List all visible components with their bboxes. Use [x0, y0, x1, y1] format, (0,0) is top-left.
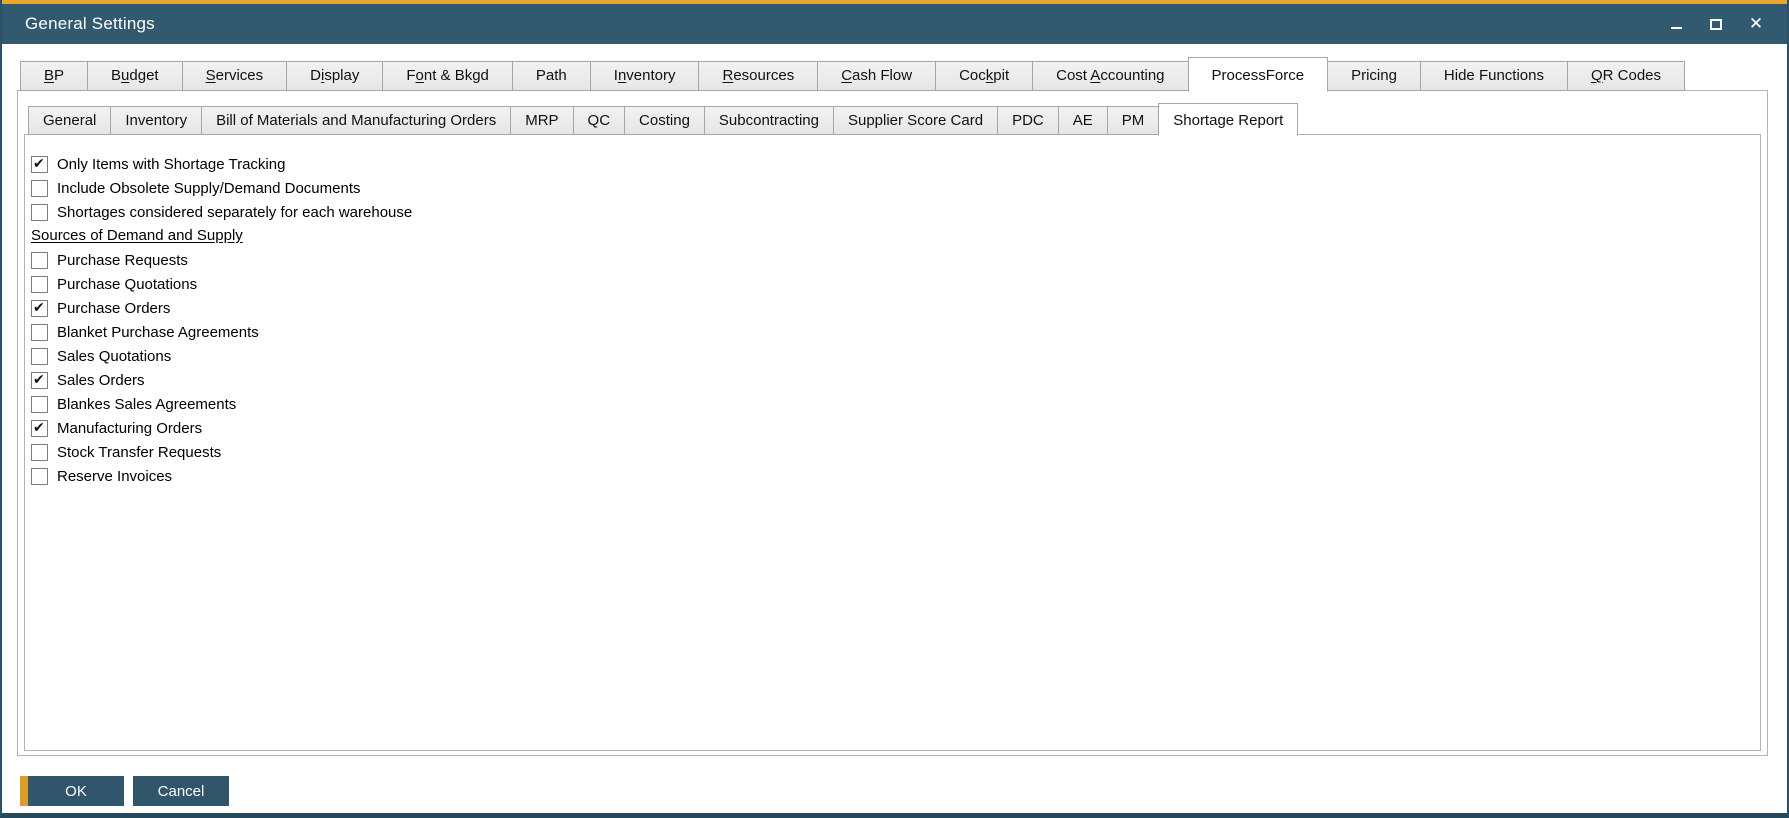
- tab-services[interactable]: Services: [182, 61, 288, 91]
- processforce-tab-panel: GeneralInventoryBill of Materials and Ma…: [17, 90, 1768, 756]
- checkbox-row-purchase-requests[interactable]: Purchase Requests: [31, 248, 1750, 272]
- tab-cash-flow[interactable]: Cash Flow: [817, 61, 936, 91]
- checkbox-row-sales-orders[interactable]: ✔ Sales Orders: [31, 368, 1750, 392]
- ok-accent-bar: [20, 776, 28, 806]
- checkbox-row-include-obsolete-supply-demand-documents[interactable]: Include Obsolete Supply/Demand Documents: [31, 176, 1750, 200]
- tab-display[interactable]: Display: [286, 61, 383, 91]
- checkbox-label: Stock Transfer Requests: [57, 444, 221, 461]
- checkbox-label: Reserve Invoices: [57, 468, 172, 485]
- tab-supplier-score-card[interactable]: Supplier Score Card: [833, 106, 998, 135]
- tab-path[interactable]: Path: [512, 61, 591, 91]
- shortage-report-panel: ✔ Only Items with Shortage Tracking Includ…: [24, 134, 1761, 751]
- checkbox-label: Manufacturing Orders: [57, 420, 202, 437]
- checkbox-stock-transfer-requests[interactable]: [31, 444, 48, 461]
- checkbox-blankes-sales-agreements[interactable]: [31, 396, 48, 413]
- tab-qr-codes[interactable]: QR Codes: [1567, 61, 1685, 91]
- checkbox-reserve-invoices[interactable]: [31, 468, 48, 485]
- checkbox-label: Purchase Quotations: [57, 276, 197, 293]
- maximize-button[interactable]: [1703, 11, 1729, 37]
- checkbox-sales-orders[interactable]: ✔: [31, 372, 48, 389]
- checkbox-row-blankes-sales-agreements[interactable]: Blankes Sales Agreements: [31, 392, 1750, 416]
- window-title: General Settings: [25, 14, 1663, 34]
- checkbox-label: Shortages considered separately for each…: [57, 204, 412, 221]
- minimize-icon: [1671, 27, 1682, 29]
- titlebar[interactable]: General Settings ✕: [2, 4, 1787, 44]
- checkbox-shortages-considered-separately-for-each-warehouse[interactable]: [31, 204, 48, 221]
- ok-button-label: OK: [28, 783, 124, 800]
- tab-subcontracting[interactable]: Subcontracting: [704, 106, 834, 135]
- checkbox-label: Include Obsolete Supply/Demand Documents: [57, 180, 361, 197]
- tab-hide-functions[interactable]: Hide Functions: [1420, 61, 1568, 91]
- tab-ae[interactable]: AE: [1058, 106, 1108, 135]
- checkbox-label: Only Items with Shortage Tracking: [57, 156, 285, 173]
- shortage-report-settings-list: ✔ Only Items with Shortage Tracking Includ…: [31, 152, 1750, 488]
- checkbox-include-obsolete-supply-demand-documents[interactable]: [31, 180, 48, 197]
- checkbox-row-only-items-with-shortage-tracking[interactable]: ✔ Only Items with Shortage Tracking: [31, 152, 1750, 176]
- checkbox-row-shortages-considered-separately-for-each-warehouse[interactable]: Shortages considered separately for each…: [31, 200, 1750, 224]
- tab-pm[interactable]: PM: [1107, 106, 1160, 135]
- checkbox-row-sales-quotations[interactable]: Sales Quotations: [31, 344, 1750, 368]
- checkbox-label: Sales Orders: [57, 372, 145, 389]
- checkmark-icon: ✔: [33, 155, 45, 174]
- dialog-body: BPBudgetServicesDisplayFont & BkgdPathIn…: [2, 44, 1787, 813]
- tab-budget[interactable]: Budget: [87, 61, 183, 91]
- tab-strip-processforce: GeneralInventoryBill of Materials and Ma…: [18, 103, 1767, 135]
- tab-strip-main: BPBudgetServicesDisplayFont & BkgdPathIn…: [2, 57, 1768, 91]
- checkmark-icon: ✔: [33, 419, 45, 438]
- checkbox-only-items-with-shortage-tracking[interactable]: ✔: [31, 156, 48, 173]
- checkbox-purchase-requests[interactable]: [31, 252, 48, 269]
- general-settings-window: General Settings ✕ BPBudgetServicesDispl…: [0, 0, 1789, 818]
- checkbox-label: Sales Quotations: [57, 348, 171, 365]
- checkbox-row-stock-transfer-requests[interactable]: Stock Transfer Requests: [31, 440, 1750, 464]
- tab-processforce[interactable]: ProcessForce: [1188, 57, 1329, 92]
- checkbox-row-reserve-invoices[interactable]: Reserve Invoices: [31, 464, 1750, 488]
- checkbox-blanket-purchase-agreements[interactable]: [31, 324, 48, 341]
- close-icon: ✕: [1749, 14, 1763, 34]
- maximize-icon: [1710, 19, 1722, 30]
- checkbox-label: Purchase Requests: [57, 252, 188, 269]
- tab-cockpit[interactable]: Cockpit: [935, 61, 1033, 91]
- minimize-button[interactable]: [1663, 11, 1689, 37]
- checkmark-icon: ✔: [33, 371, 45, 390]
- checkbox-row-manufacturing-orders[interactable]: ✔ Manufacturing Orders: [31, 416, 1750, 440]
- checkbox-label: Purchase Orders: [57, 300, 170, 317]
- tab-bill-of-materials-and-manufacturing-orders[interactable]: Bill of Materials and Manufacturing Orde…: [201, 106, 511, 135]
- cancel-button-label: Cancel: [133, 783, 229, 800]
- close-button[interactable]: ✕: [1743, 11, 1769, 37]
- checkbox-manufacturing-orders[interactable]: ✔: [31, 420, 48, 437]
- checkbox-purchase-orders[interactable]: ✔: [31, 300, 48, 317]
- tab-mrp[interactable]: MRP: [510, 106, 573, 135]
- checkbox-label: Blankes Sales Agreements: [57, 396, 236, 413]
- checkbox-sales-quotations[interactable]: [31, 348, 48, 365]
- checkbox-label: Blanket Purchase Agreements: [57, 324, 259, 341]
- window-controls: ✕: [1663, 11, 1769, 37]
- tab-pricing[interactable]: Pricing: [1327, 61, 1421, 91]
- tab-qc[interactable]: QC: [573, 106, 626, 135]
- tab-cost-accounting[interactable]: Cost Accounting: [1032, 61, 1188, 91]
- checkbox-purchase-quotations[interactable]: [31, 276, 48, 293]
- tab-inventory[interactable]: Inventory: [590, 61, 700, 91]
- tab-font-bkgd[interactable]: Font & Bkgd: [382, 61, 513, 91]
- tab-resources[interactable]: Resources: [698, 61, 818, 91]
- tab-bp[interactable]: BP: [20, 61, 88, 91]
- checkbox-row-blanket-purchase-agreements[interactable]: Blanket Purchase Agreements: [31, 320, 1750, 344]
- tab-general[interactable]: General: [28, 106, 111, 135]
- tab-pdc[interactable]: PDC: [997, 106, 1059, 135]
- checkbox-row-purchase-orders[interactable]: ✔ Purchase Orders: [31, 296, 1750, 320]
- checkmark-icon: ✔: [33, 299, 45, 318]
- tab-costing[interactable]: Costing: [624, 106, 705, 135]
- section-heading-sources-of-demand-and-supply: Sources of Demand and Supply: [31, 224, 1750, 248]
- cancel-button[interactable]: Cancel: [133, 776, 229, 806]
- ok-button[interactable]: OK: [20, 776, 124, 806]
- checkbox-row-purchase-quotations[interactable]: Purchase Quotations: [31, 272, 1750, 296]
- tab-shortage-report[interactable]: Shortage Report: [1158, 103, 1298, 136]
- footer-button-row: OK Cancel: [20, 776, 1787, 806]
- tab-inventory[interactable]: Inventory: [110, 106, 202, 135]
